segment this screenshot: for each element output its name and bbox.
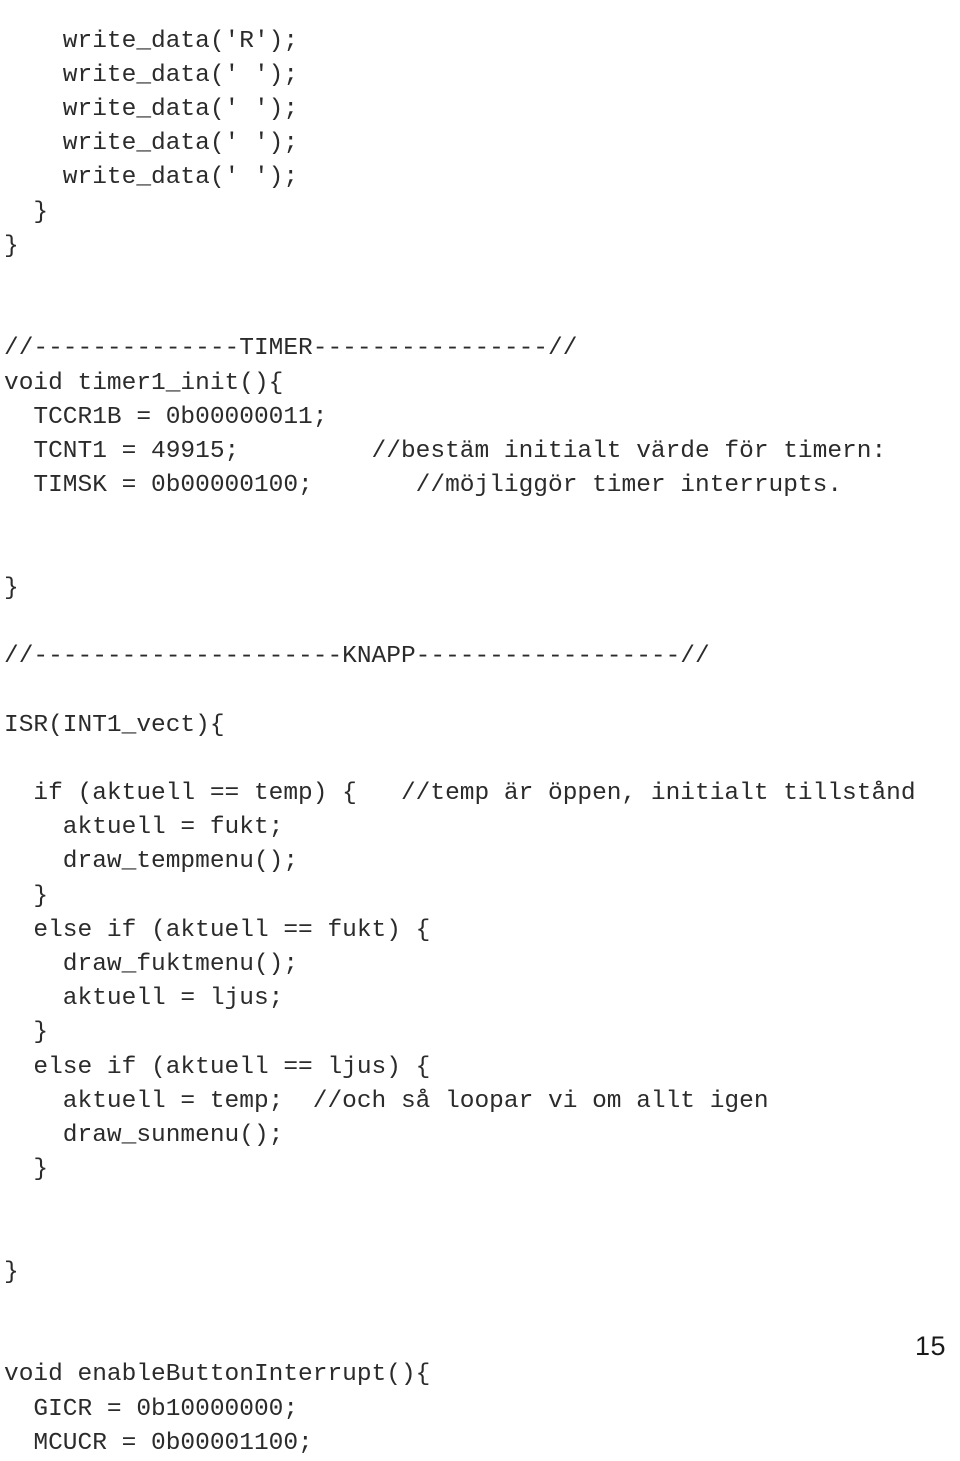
code-line xyxy=(4,538,956,572)
code-line: write_data(' '); xyxy=(4,161,956,195)
code-line xyxy=(4,674,956,708)
code-line: } xyxy=(4,1256,956,1290)
document-page: write_data('R'); write_data(' '); write_… xyxy=(0,0,960,1380)
code-line: write_data('R'); xyxy=(4,25,956,59)
code-line: draw_tempmenu(); xyxy=(4,845,956,879)
code-line: if (aktuell == temp) { //temp är öppen, … xyxy=(4,777,956,811)
code-line: else if (aktuell == ljus) { xyxy=(4,1051,956,1085)
code-line: else if (aktuell == fukt) { xyxy=(4,914,956,948)
code-line: write_data(' '); xyxy=(4,59,956,93)
code-line: } xyxy=(4,196,956,230)
code-line: } xyxy=(4,880,956,914)
code-line xyxy=(4,743,956,777)
code-listing: write_data('R'); write_data(' '); write_… xyxy=(4,25,956,1461)
code-line: aktuell = ljus; xyxy=(4,982,956,1016)
code-line: aktuell = temp; //och så loopar vi om al… xyxy=(4,1085,956,1119)
code-line: void enableButtonInterrupt(){ xyxy=(4,1358,956,1392)
code-line: write_data(' '); xyxy=(4,93,956,127)
code-line: write_data(' '); xyxy=(4,127,956,161)
code-line: TIMSK = 0b00000100; //möjliggör timer in… xyxy=(4,469,956,503)
code-line: aktuell = fukt; xyxy=(4,811,956,845)
code-line xyxy=(4,606,956,640)
code-line: draw_sunmenu(); xyxy=(4,1119,956,1153)
code-line xyxy=(4,503,956,537)
code-line xyxy=(4,1324,956,1358)
code-line: //---------------------KNAPP------------… xyxy=(4,640,956,674)
code-line: //--------------TIMER----------------// xyxy=(4,332,956,366)
code-line: TCNT1 = 49915; //bestäm initialt värde f… xyxy=(4,435,956,469)
code-line: } xyxy=(4,1153,956,1187)
code-line xyxy=(4,298,956,332)
code-line: draw_fuktmenu(); xyxy=(4,948,956,982)
code-line: MCUCR = 0b00001100; xyxy=(4,1427,956,1461)
code-line xyxy=(4,1290,956,1324)
code-line: } xyxy=(4,230,956,264)
code-line: GICR = 0b10000000; xyxy=(4,1393,956,1427)
code-line: } xyxy=(4,1016,956,1050)
code-line: TCCR1B = 0b00000011; xyxy=(4,401,956,435)
code-line: } xyxy=(4,572,956,606)
page-number: 15 xyxy=(915,1331,946,1362)
code-line: ISR(INT1_vect){ xyxy=(4,709,956,743)
code-line xyxy=(4,1187,956,1221)
code-line xyxy=(4,1222,956,1256)
code-line xyxy=(4,264,956,298)
code-line: void timer1_init(){ xyxy=(4,367,956,401)
